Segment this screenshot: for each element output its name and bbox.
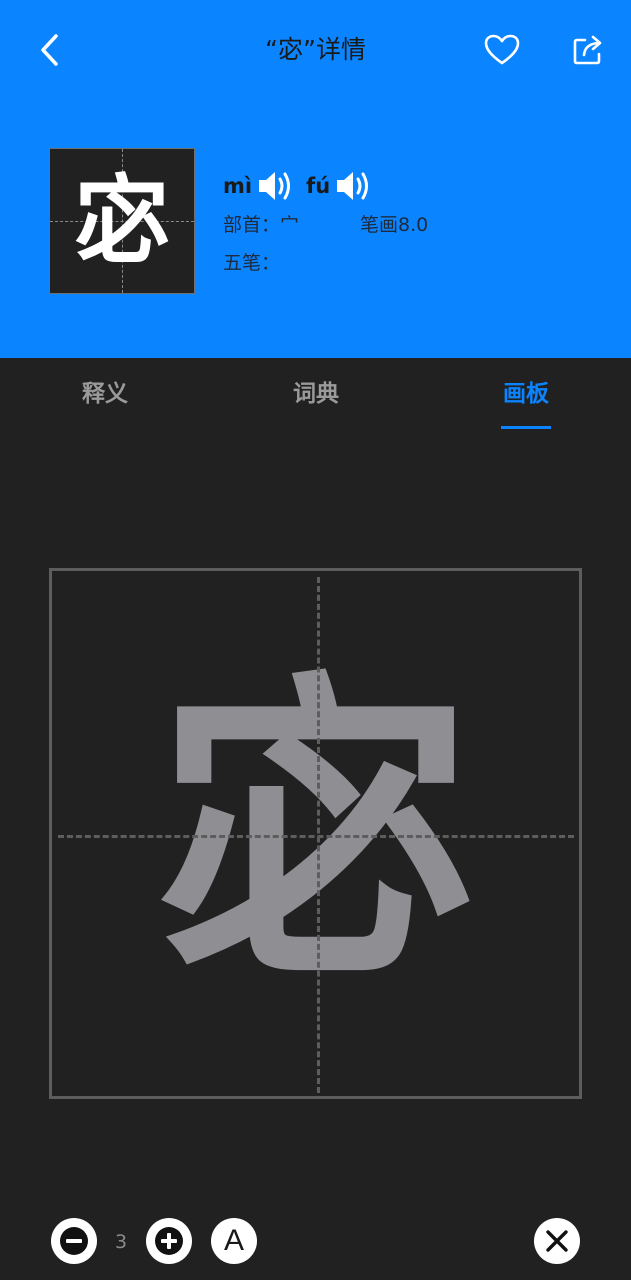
share-button[interactable]: [566, 28, 610, 72]
character-glyph: 宓: [74, 165, 170, 277]
stroke-count: 笔画8.0: [360, 214, 429, 236]
tab-dictionary[interactable]: 词典: [256, 378, 376, 410]
heart-icon: [484, 34, 520, 65]
page-title: “宓”详情: [265, 35, 366, 64]
tab-definition[interactable]: 释义: [45, 378, 165, 410]
pinyin-row: mì fú: [223, 168, 384, 204]
increase-width-button[interactable]: [146, 1218, 192, 1264]
grid-line: [58, 835, 574, 838]
clear-board-button[interactable]: [534, 1218, 580, 1264]
radical-info: 部首：宀: [223, 214, 300, 236]
share-icon: [573, 35, 602, 65]
header-bar: “宓”详情 宓 mì fú 部首：宀 笔画8.0 五笔：: [0, 0, 631, 358]
wubi-info: 五笔：: [223, 252, 281, 274]
drawing-board[interactable]: 宓: [49, 568, 582, 1099]
font-letter-label: A: [223, 1224, 244, 1257]
close-icon: [546, 1230, 568, 1252]
tab-drawing-board[interactable]: 画板: [466, 378, 586, 410]
pinyin-text: fú: [306, 174, 331, 198]
brush-width-value: 3: [114, 1231, 128, 1253]
plus-circle-icon: [155, 1227, 183, 1255]
favorite-button[interactable]: [480, 28, 524, 72]
active-tab-indicator: [501, 426, 551, 429]
tracing-character: 宓: [155, 647, 476, 1020]
decrease-width-button[interactable]: [51, 1218, 97, 1264]
speaker-icon[interactable]: [334, 168, 372, 204]
font-toggle-button[interactable]: A: [211, 1218, 257, 1264]
pinyin-text: mì: [223, 174, 253, 198]
minus-circle-icon: [60, 1227, 88, 1255]
character-thumbnail: 宓: [49, 148, 195, 294]
speaker-icon[interactable]: [256, 168, 294, 204]
